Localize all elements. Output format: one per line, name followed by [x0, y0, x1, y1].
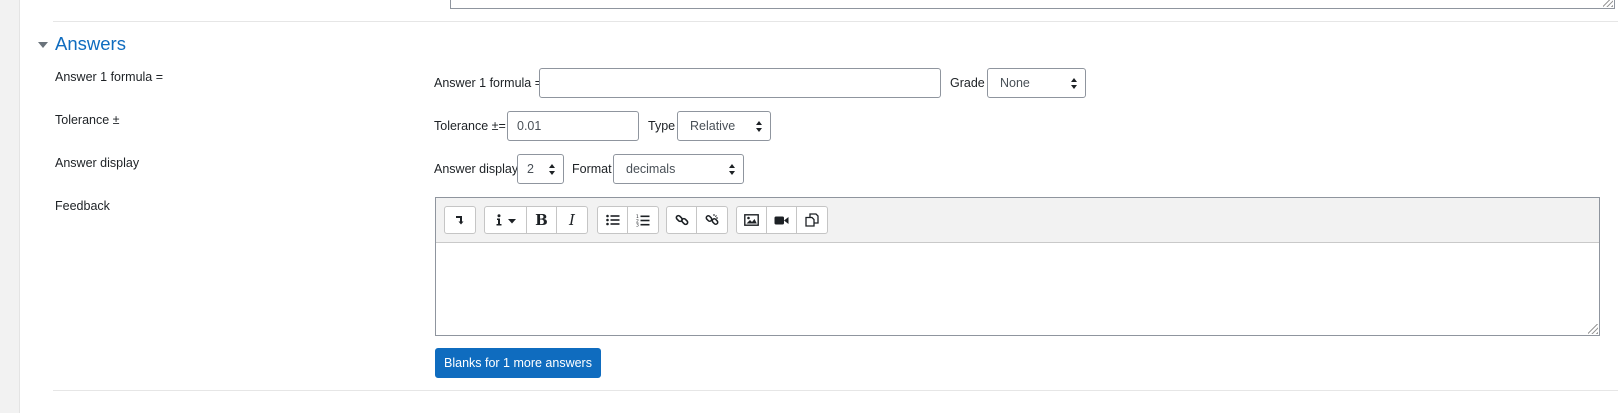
toolbar-group-collapse: [444, 206, 476, 234]
feedback-content-area[interactable]: [436, 243, 1599, 335]
feedback-editor[interactable]: B I 123: [435, 197, 1600, 336]
select-arrows-icon: [729, 164, 736, 175]
form-page: Answers Answer 1 formula = Answer 1 form…: [19, 0, 1624, 413]
collapse-icon[interactable]: [445, 207, 475, 233]
unordered-list-icon[interactable]: [598, 207, 628, 233]
previous-editor-bottom[interactable]: [450, 0, 1615, 9]
answer-formula-input[interactable]: [539, 68, 941, 98]
image-icon[interactable]: [737, 207, 767, 233]
resize-grip-icon[interactable]: [1603, 0, 1613, 7]
media-icon[interactable]: [767, 207, 797, 233]
select-arrows-icon: [549, 164, 556, 175]
tolerance-inline-label: Tolerance ±=: [434, 119, 506, 133]
svg-text:3: 3: [636, 222, 639, 226]
select-arrows-icon: [756, 121, 763, 132]
editor-toolbar: B I 123: [436, 198, 1599, 243]
answer-display-value: 2: [527, 162, 534, 176]
tolerance-input[interactable]: 0.01: [507, 111, 639, 141]
link-icon[interactable]: [667, 207, 697, 233]
format-select-value: decimals: [626, 162, 676, 176]
grade-select-value: None: [1000, 76, 1030, 90]
section-title[interactable]: Answers: [55, 33, 126, 55]
tolerance-type-select[interactable]: Relative: [677, 111, 771, 141]
answer-formula-row-label: Answer 1 formula =: [55, 70, 164, 84]
format-select[interactable]: decimals: [613, 154, 744, 184]
tolerance-type-label: Type: [648, 119, 676, 133]
toolbar-group-lists: 123: [597, 206, 659, 234]
italic-icon[interactable]: I: [557, 207, 587, 233]
ordered-list-icon[interactable]: 123: [628, 207, 658, 233]
toolbar-group-style: B I: [484, 206, 588, 234]
grade-select[interactable]: None: [987, 68, 1086, 98]
tolerance-row-label: Tolerance ±: [55, 113, 120, 127]
resize-grip-icon[interactable]: [1588, 324, 1598, 334]
blanks-more-answers-button[interactable]: Blanks for 1 more answers: [435, 348, 601, 378]
tolerance-type-value: Relative: [690, 119, 736, 133]
collapse-caret-icon[interactable]: [38, 41, 48, 48]
feedback-row-label: Feedback: [55, 199, 110, 213]
section-divider-top: [53, 21, 1618, 22]
answer-display-row-label: Answer display: [55, 156, 140, 170]
select-arrows-icon: [1071, 78, 1078, 89]
unlink-icon[interactable]: [697, 207, 727, 233]
answer-display-select[interactable]: 2: [517, 154, 564, 184]
toolbar-group-media: [736, 206, 828, 234]
format-label: Format: [572, 162, 612, 176]
toolbar-group-links: [666, 206, 728, 234]
grade-label: Grade: [950, 76, 985, 90]
answer-formula-inline-label: Answer 1 formula =: [434, 76, 543, 90]
answer-display-inline-label: Answer display: [434, 162, 519, 176]
answers-section-header[interactable]: Answers: [38, 33, 126, 55]
section-divider-bottom: [53, 390, 1618, 391]
manage-files-icon[interactable]: [797, 207, 827, 233]
paragraph-styles-icon[interactable]: [485, 207, 527, 233]
bold-icon[interactable]: B: [527, 207, 557, 233]
